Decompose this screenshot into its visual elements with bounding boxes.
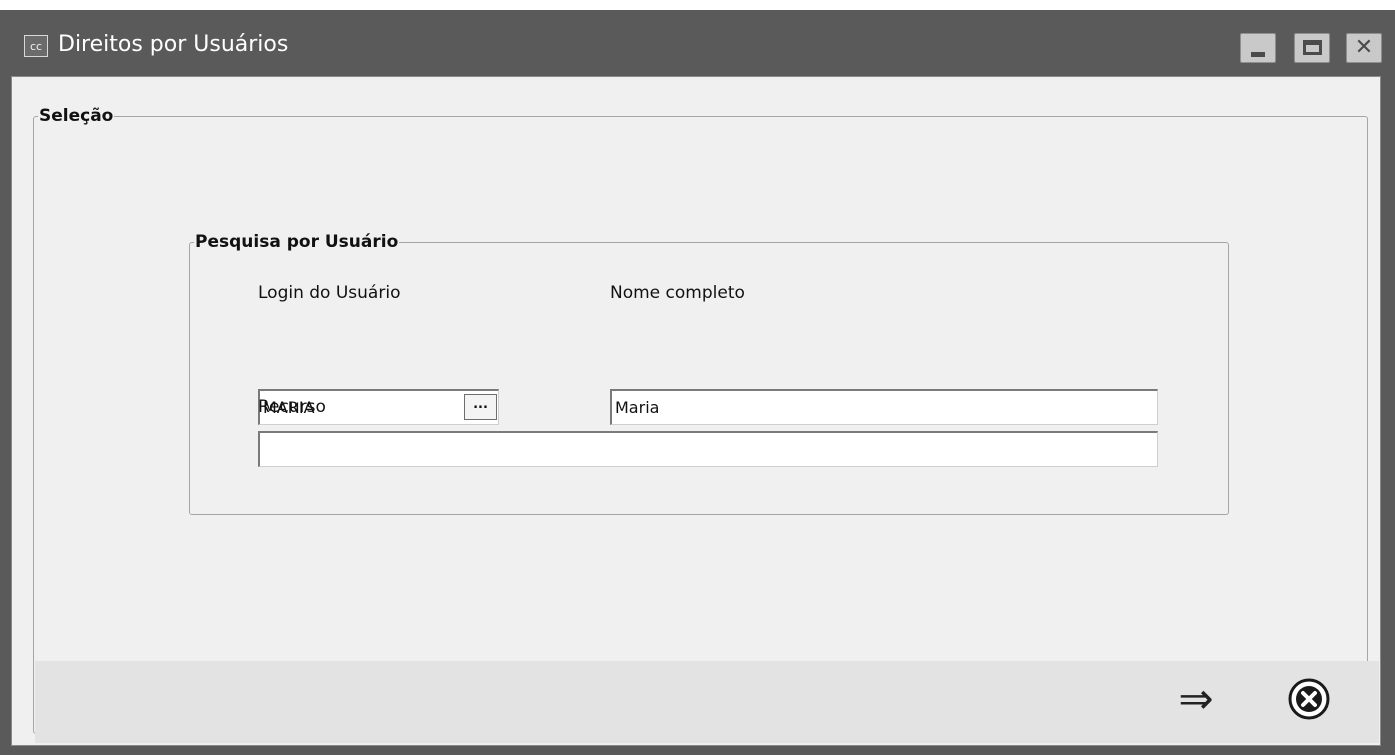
nome-completo-input[interactable] [610,389,1158,425]
maximize-icon [1303,40,1322,55]
minimize-button[interactable] [1240,33,1276,63]
cancel-button[interactable] [1287,677,1331,721]
login-label: Login do Usuário [258,283,401,303]
next-button[interactable]: ⇒ [1169,677,1223,721]
title-bar[interactable]: cc Direitos por Usuários ✕ [0,10,1395,76]
minimize-icon [1251,52,1265,57]
recurso-label: Recurso [258,397,326,417]
arrow-right-icon: ⇒ [1178,674,1214,723]
window-title: Direitos por Usuários [58,32,289,57]
pesquisa-usuario-group: Pesquisa por Usuário [189,232,1229,515]
nome-completo-label: Nome completo [610,283,745,303]
login-lookup-button[interactable]: ... [464,394,497,420]
dialog-content: Seleção Pesquisa por Usuário Login do Us… [11,76,1381,746]
app-window: cc Direitos por Usuários ✕ Seleção Pesqu… [0,10,1395,755]
maximize-button[interactable] [1294,33,1330,63]
pesquisa-legend: Pesquisa por Usuário [195,232,399,252]
app-icon: cc [24,35,48,57]
cancel-circle-icon [1288,678,1330,720]
close-button[interactable]: ✕ [1346,33,1382,63]
close-icon: ✕ [1354,35,1374,60]
selecao-legend: Seleção [39,106,114,126]
recurso-input[interactable] [258,431,1158,467]
